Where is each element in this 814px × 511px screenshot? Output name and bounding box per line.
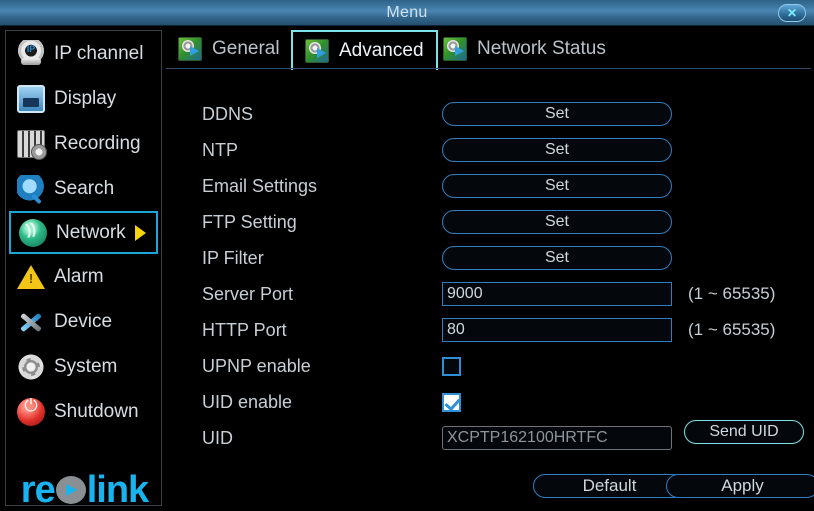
- content-panel: General Advanced Network Status DDNS Set…: [166, 30, 814, 506]
- sidebar-item-recording[interactable]: Recording: [9, 121, 158, 166]
- chevron-right-icon: [135, 224, 146, 241]
- row-upnp-enable: UPNP enable: [166, 348, 811, 384]
- ip-camera-icon: IP: [17, 39, 45, 68]
- search-icon: [17, 174, 45, 203]
- ntp-set-button[interactable]: Set: [442, 138, 672, 162]
- ddns-label: DDNS: [202, 103, 254, 124]
- sidebar-item-alarm[interactable]: ! Alarm: [9, 254, 158, 299]
- server-port-hint: (1 ~ 65535): [688, 284, 776, 303]
- tab-label: Network Status: [477, 38, 606, 59]
- server-port-input[interactable]: 9000: [442, 282, 672, 306]
- tab-general[interactable]: General: [166, 30, 292, 68]
- sidebar-item-label: Recording: [54, 132, 141, 154]
- power-icon: [17, 396, 45, 426]
- row-uid: UID XCPTP162100HRTFC Send UID: [166, 420, 811, 456]
- sidebar-item-label: Shutdown: [54, 400, 139, 422]
- ddns-set-button[interactable]: Set: [442, 102, 672, 126]
- sidebar-item-network[interactable]: Network: [9, 211, 158, 254]
- uid-input: XCPTP162100HRTFC: [442, 426, 672, 450]
- title-bar: Menu ✕: [0, 0, 814, 26]
- uid-enable-label: UID enable: [202, 391, 293, 412]
- email-set-button[interactable]: Set: [442, 174, 672, 198]
- ftp-set-button[interactable]: Set: [442, 210, 672, 234]
- sidebar-item-label: IP channel: [54, 42, 144, 64]
- ntp-label: NTP: [202, 139, 238, 160]
- tab-divider: [166, 68, 811, 69]
- sidebar-item-label: Display: [54, 87, 117, 109]
- http-port-input[interactable]: 80: [442, 318, 672, 342]
- network-icon: [19, 218, 47, 247]
- ip-filter-set-button[interactable]: Set: [442, 246, 672, 270]
- row-ddns: DDNS Set: [166, 96, 811, 132]
- logo-text-right: link: [86, 468, 149, 511]
- sidebar-item-shutdown[interactable]: Shutdown: [9, 389, 158, 434]
- advanced-settings-form: DDNS Set NTP Set Email Settings Set FTP …: [166, 96, 811, 456]
- sidebar-item-display[interactable]: Display: [9, 76, 158, 121]
- sidebar-item-label: Network: [56, 221, 126, 243]
- row-ip-filter: IP Filter Set: [166, 240, 811, 276]
- logo-text-left: re: [20, 468, 56, 511]
- upnp-enable-label: UPNP enable: [202, 355, 311, 376]
- tab-label: General: [212, 38, 280, 59]
- reolink-logo: re link: [6, 469, 163, 511]
- upnp-enable-checkbox[interactable]: [442, 356, 461, 376]
- tab-network-status[interactable]: Network Status: [431, 30, 618, 68]
- sidebar-item-label: Device: [54, 310, 113, 332]
- row-email-settings: Email Settings Set: [166, 168, 811, 204]
- recording-icon: [17, 129, 47, 160]
- sidebar-item-label: Alarm: [54, 265, 104, 287]
- server-port-label: Server Port: [202, 283, 294, 304]
- row-ftp-setting: FTP Setting Set: [166, 204, 811, 240]
- default-button[interactable]: Default: [533, 474, 686, 498]
- uid-label: UID: [202, 427, 233, 448]
- settings-arrow-icon: [305, 39, 329, 63]
- logo-play-icon: [55, 476, 86, 504]
- send-uid-button[interactable]: Send UID: [684, 420, 804, 444]
- ip-filter-label: IP Filter: [202, 247, 264, 268]
- sidebar-item-label: Search: [54, 177, 115, 199]
- gear-icon: [17, 352, 45, 381]
- row-server-port: Server Port 9000 (1 ~ 65535): [166, 276, 811, 312]
- row-uid-enable: UID enable: [166, 384, 811, 420]
- row-http-port: HTTP Port 80 (1 ~ 65535): [166, 312, 811, 348]
- device-tools-icon: [17, 308, 45, 336]
- uid-enable-checkbox[interactable]: [442, 392, 461, 412]
- sidebar-item-label: System: [54, 355, 118, 377]
- tab-bar: General Advanced Network Status: [166, 30, 811, 70]
- close-icon[interactable]: ✕: [778, 4, 806, 22]
- display-icon: [17, 84, 45, 113]
- dvr-menu-window: Menu ✕ IP IP channel Display Recording S…: [0, 0, 814, 511]
- ftp-setting-label: FTP Setting: [202, 211, 297, 232]
- tab-label: Advanced: [339, 40, 424, 61]
- sidebar-item-device[interactable]: Device: [9, 299, 158, 344]
- http-port-label: HTTP Port: [202, 319, 287, 340]
- row-ntp: NTP Set: [166, 132, 811, 168]
- alarm-icon: !: [17, 263, 45, 291]
- apply-button[interactable]: Apply: [666, 474, 814, 498]
- email-settings-label: Email Settings: [202, 175, 318, 196]
- window-title: Menu: [386, 4, 428, 21]
- sidebar: IP IP channel Display Recording Search N…: [5, 30, 162, 511]
- http-port-hint: (1 ~ 65535): [688, 320, 776, 339]
- sidebar-item-ip-channel[interactable]: IP IP channel: [9, 31, 158, 76]
- footer-buttons: Default Apply: [166, 474, 814, 504]
- tab-advanced[interactable]: Advanced: [291, 30, 438, 70]
- settings-arrow-icon: [443, 37, 467, 61]
- sidebar-item-system[interactable]: System: [9, 344, 158, 389]
- settings-arrow-icon: [178, 37, 202, 61]
- sidebar-item-search[interactable]: Search: [9, 166, 158, 211]
